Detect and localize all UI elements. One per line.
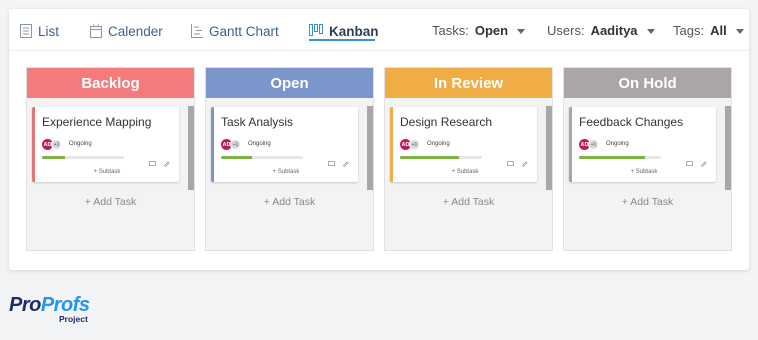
- comment-icon[interactable]: [328, 154, 335, 166]
- tab-calender-label: Calender: [108, 23, 163, 39]
- task-title[interactable]: Experience Mapping: [42, 115, 151, 129]
- logo-pro: Pro: [9, 294, 41, 316]
- add-subtask-link[interactable]: + Subtask: [572, 169, 716, 175]
- task-title[interactable]: Feedback Changes: [579, 115, 683, 129]
- kanban-panel: List Calender Gantt Chart Kanban Tasks: …: [9, 9, 749, 270]
- tab-kanban[interactable]: Kanban: [309, 21, 379, 41]
- column-header: On Hold: [564, 68, 731, 98]
- proprofs-logo: ProProfs Project: [9, 295, 99, 325]
- add-subtask-link[interactable]: + Subtask: [35, 169, 179, 175]
- progress-fill: [42, 156, 65, 159]
- tasks-filter-value: Open: [474, 22, 509, 38]
- tags-filter[interactable]: Tags: All: [673, 22, 744, 38]
- tags-filter-value: All: [710, 22, 727, 38]
- users-filter-value: Aaditya: [590, 22, 638, 38]
- tab-calender[interactable]: Calender: [90, 21, 163, 41]
- task-card[interactable]: Experience Mapping AD +1 Ongoing + Subta…: [32, 107, 179, 182]
- status-label: Ongoing: [427, 141, 450, 147]
- users-filter[interactable]: Users: Aaditya: [547, 22, 655, 38]
- status-label: Ongoing: [606, 141, 629, 147]
- assignee-count-badge: +1: [230, 139, 241, 150]
- progress-bar: [400, 156, 482, 159]
- add-task-button[interactable]: + Add Task: [206, 196, 373, 208]
- tab-gantt-chart[interactable]: Gantt Chart: [191, 21, 279, 41]
- progress-bar: [579, 156, 661, 159]
- attachment-icon[interactable]: [700, 154, 707, 168]
- task-card[interactable]: Task Analysis AD +1 Ongoing + Subtask: [211, 107, 358, 182]
- attachment-icon[interactable]: [163, 154, 170, 168]
- chevron-down-icon: [735, 28, 744, 34]
- tasks-filter-label: Tasks:: [432, 22, 469, 38]
- status-label: Ongoing: [69, 141, 92, 147]
- progress-fill: [400, 156, 460, 159]
- column-backlog: Backlog Experience Mapping AD +1 Ongoing…: [26, 67, 195, 251]
- column-scrollbar[interactable]: [367, 106, 373, 190]
- tasks-filter[interactable]: Tasks: Open: [432, 22, 526, 38]
- column-on-hold: On Hold Feedback Changes AD +1 Ongoing +…: [563, 67, 732, 251]
- assignee-count-badge: +1: [51, 139, 62, 150]
- task-card[interactable]: Feedback Changes AD +1 Ongoing + Subtask: [569, 107, 716, 182]
- column-header: In Review: [385, 68, 552, 98]
- column-scrollbar[interactable]: [725, 106, 731, 190]
- chevron-down-icon: [517, 28, 526, 34]
- add-task-button[interactable]: + Add Task: [27, 196, 194, 208]
- active-tab-indicator: [309, 39, 375, 41]
- task-title[interactable]: Design Research: [400, 115, 492, 129]
- assignee-count-badge: +1: [588, 139, 599, 150]
- task-card[interactable]: Design Research AD +1 Ongoing + Subtask: [390, 107, 537, 182]
- column-in-review: In Review Design Research AD +1 Ongoing …: [384, 67, 553, 251]
- attachment-icon[interactable]: [521, 154, 528, 168]
- users-filter-label: Users:: [547, 22, 585, 38]
- tab-kanban-label: Kanban: [329, 23, 379, 39]
- progress-bar: [221, 156, 303, 159]
- add-task-button[interactable]: + Add Task: [564, 196, 731, 208]
- gantt-icon: [191, 24, 203, 38]
- task-title[interactable]: Task Analysis: [221, 115, 293, 129]
- chevron-down-icon: [646, 28, 655, 34]
- tab-gantt-chart-label: Gantt Chart: [209, 23, 279, 39]
- progress-fill: [579, 156, 645, 159]
- kanban-icon: [309, 24, 323, 38]
- status-label: Ongoing: [248, 141, 271, 147]
- add-subtask-link[interactable]: + Subtask: [393, 169, 537, 175]
- column-scrollbar[interactable]: [188, 106, 194, 190]
- view-toolbar: List Calender Gantt Chart Kanban Tasks: …: [9, 9, 749, 51]
- calendar-icon: [90, 24, 102, 38]
- comment-icon[interactable]: [149, 154, 156, 166]
- add-task-button[interactable]: + Add Task: [385, 196, 552, 208]
- list-icon: [20, 24, 32, 38]
- column-open: Open Task Analysis AD +1 Ongoing + Subta…: [205, 67, 374, 251]
- column-header: Open: [206, 68, 373, 98]
- comment-icon[interactable]: [507, 154, 514, 166]
- tags-filter-label: Tags:: [673, 22, 705, 38]
- comment-icon[interactable]: [686, 154, 693, 166]
- progress-bar: [42, 156, 124, 159]
- assignee-count-badge: +1: [409, 139, 420, 150]
- progress-fill: [221, 156, 253, 159]
- tab-list-label: List: [38, 23, 60, 39]
- column-header: Backlog: [27, 68, 194, 98]
- attachment-icon[interactable]: [342, 154, 349, 168]
- logo-profs: Profs: [40, 294, 90, 316]
- logo-subtitle: Project: [59, 314, 88, 324]
- add-subtask-link[interactable]: + Subtask: [214, 169, 358, 175]
- logo-wordmark: ProProfs: [9, 295, 99, 315]
- tab-list[interactable]: List: [20, 21, 59, 41]
- column-scrollbar[interactable]: [546, 106, 552, 190]
